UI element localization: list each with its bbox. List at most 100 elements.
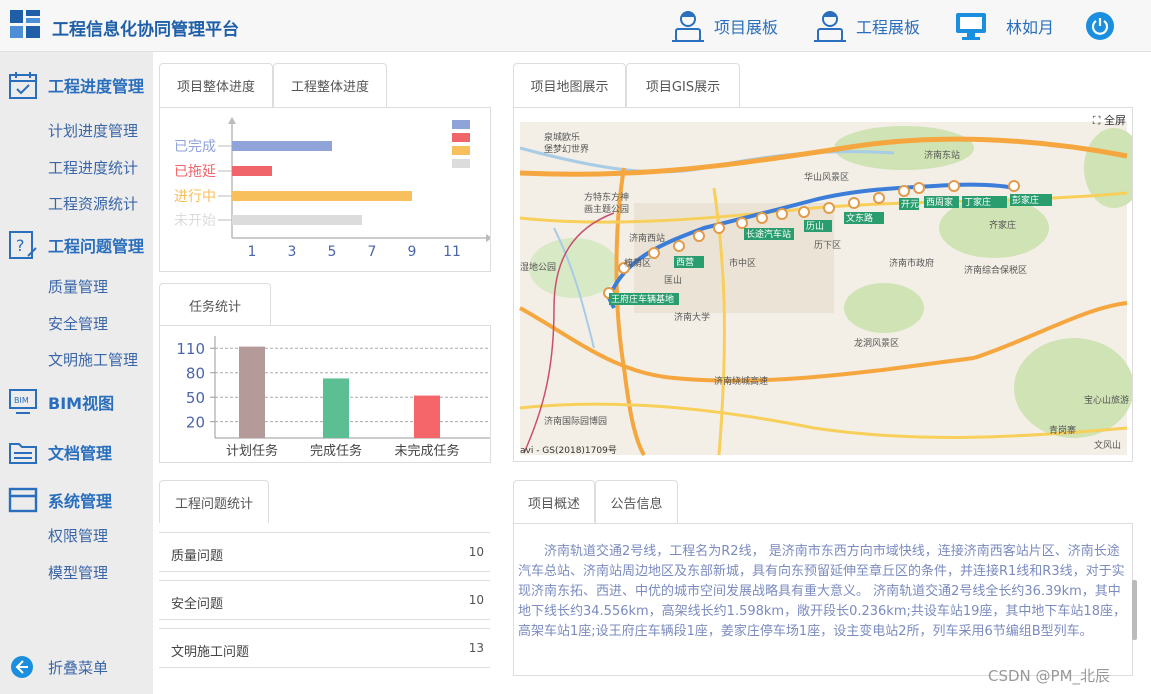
tab-announcements[interactable]: 公告信息 [595,480,678,524]
menu-group-progress[interactable]: 工程进度管理 [8,70,144,100]
x-tick-label: 11 [443,244,461,260]
y-tick-label: 20 [186,414,205,432]
task-bar-chart: 20 50 80 110 计划任务 完成任务 未完成任务 [176,336,490,459]
engineer-icon [672,11,704,42]
progress-bar [232,191,412,201]
legend-swatch [452,159,470,168]
svg-text:王府庄车辆基地: 王府庄车辆基地 [611,293,674,305]
collapse-menu-button[interactable]: 折叠菜单 [10,655,108,679]
project-map[interactable]: 王府庄车辆基地 西营 长途汽车站 历山 文东路 开元 西周家 丁家庄 彭家庄 泉… [513,107,1144,462]
legend-swatch [452,120,470,129]
menu-group-label: 系统管理 [48,492,113,511]
svg-text:华山风景区: 华山风景区 [804,171,849,183]
legend-swatch [452,146,470,155]
svg-text:济南市政府: 济南市政府 [889,257,934,269]
issue-name: 质量问题 [171,549,224,564]
task-bar [414,395,440,438]
svg-text:宝心山旅游: 宝心山旅游 [1084,394,1129,406]
engineer-icon [814,11,846,42]
menu-item-progress-stats[interactable]: 工程进度统计 [48,157,138,178]
svg-text:青岗寨: 青岗寨 [1049,424,1076,436]
progress-chart-panel: 已完成 已拖延 进行中 未开始 1 3 5 7 9 11 [159,107,492,272]
tab-overview[interactable]: 项目概述 [513,480,595,524]
menu-group-system[interactable]: 系统管理 [8,486,112,514]
power-icon [1091,18,1109,35]
svg-text:西营: 西营 [676,256,694,268]
svg-text:开元: 开元 [901,199,919,210]
svg-text:济南绕城高速: 济南绕城高速 [714,375,768,387]
user-menu[interactable]: 林如月 [954,8,1054,44]
menu-group-issues[interactable]: ? 工程问题管理 [8,230,144,260]
tab-map-view[interactable]: 项目地图展示 [513,63,626,107]
issue-list: 质量问题 10 安全问题 10 文明施工问题 13 [159,523,492,676]
monitor-icon [956,13,986,40]
issue-count: 13 [468,641,484,655]
menu-item-resource-stats[interactable]: 工程资源统计 [48,193,138,214]
x-tick-label: 3 [288,244,297,260]
tab-gis-view[interactable]: 项目GIS展示 [626,63,740,107]
progress-bar [232,141,332,151]
map-canvas[interactable]: 王府庄车辆基地 西营 长途汽车站 历山 文东路 开元 西周家 丁家庄 彭家庄 泉… [514,108,1144,461]
power-button[interactable] [1086,12,1114,40]
category-label: 进行中 [174,189,216,205]
project-board-link[interactable]: 项目展板 [670,8,778,44]
menu-item-civilized-construction[interactable]: 文明施工管理 [48,349,138,370]
overview-scrollbar[interactable] [1132,580,1137,640]
category-label: 已完成 [174,139,216,155]
menu-item-plan-progress[interactable]: 计划进度管理 [48,120,138,141]
progress-bar-chart: 已完成已拖延进行中未开始 1 3 5 7 9 11 [174,117,492,260]
svg-text:文东路: 文东路 [846,212,873,224]
x-tick-label: 1 [248,244,257,260]
issue-row[interactable]: 安全问题 10 [159,580,490,620]
tab-task-stats[interactable]: 任务统计 [159,283,271,327]
svg-text:泉城欧乐: 泉城欧乐 [544,131,580,143]
svg-text:历山: 历山 [806,221,824,232]
issue-name: 文明施工问题 [171,645,250,660]
issue-name: 安全问题 [171,597,224,612]
fullscreen-label: 全屏 [1104,114,1126,127]
menu-group-bim[interactable]: BIM BIM视图 [8,388,114,416]
project-board-label: 项目展板 [714,18,779,37]
x-tick-label: 完成任务 [310,443,362,459]
menu-group-label: 文档管理 [48,444,113,463]
svg-text:齐家庄: 齐家庄 [989,219,1016,231]
tab-engineering-progress[interactable]: 工程整体进度 [273,63,387,107]
watermark: CSDN @PM_北辰 [988,667,1111,685]
y-tick-label: 80 [186,365,205,383]
calendar-check-icon [9,72,37,99]
engineering-board-label: 工程展板 [856,18,921,37]
tab-issue-stats[interactable]: 工程问题统计 [159,480,269,524]
issue-row[interactable]: 文明施工问题 13 [159,628,490,668]
arrow-left-circle-icon [11,656,33,678]
svg-text:济南综合保税区: 济南综合保税区 [964,264,1027,276]
issue-row[interactable]: 质量问题 10 [159,532,490,572]
svg-text:济南西站: 济南西站 [629,232,665,244]
progress-bar [232,166,272,176]
menu-item-quality[interactable]: 质量管理 [48,276,108,297]
collapse-menu-label: 折叠菜单 [48,658,109,677]
menu-group-documents[interactable]: 文档管理 [8,438,112,466]
svg-text:方特东方神: 方特东方神 [584,191,629,203]
tab-project-progress[interactable]: 项目整体进度 [159,63,273,107]
map-copyright: avi - GS(2018)1709号 [520,445,617,456]
legend-swatch [452,133,470,142]
x-tick-label: 未完成任务 [394,443,459,459]
fullscreen-icon: ⛶ [1092,114,1101,127]
issue-count: 10 [468,593,484,607]
menu-group-label: 工程问题管理 [48,237,145,256]
menu-item-permissions[interactable]: 权限管理 [48,525,108,546]
y-tick-label: 50 [186,389,205,407]
svg-text:丁家庄: 丁家庄 [964,196,991,208]
window-icon [8,487,38,513]
svg-text:BIM: BIM [14,396,29,405]
engineering-board-link[interactable]: 工程展板 [812,8,920,44]
menu-item-models[interactable]: 模型管理 [48,562,108,583]
fullscreen-button[interactable]: ⛶ 全屏 [1093,112,1126,128]
top-header: 工程信息化协同管理平台 项目展板 工程展板 林如月 [0,0,1151,52]
svg-text:?: ? [16,236,25,255]
menu-item-safety[interactable]: 安全管理 [48,313,108,334]
menu-group-label: 工程进度管理 [48,77,145,96]
svg-text:长途汽车站: 长途汽车站 [746,228,791,240]
task-bar [239,346,265,438]
x-tick-label: 9 [408,244,417,260]
